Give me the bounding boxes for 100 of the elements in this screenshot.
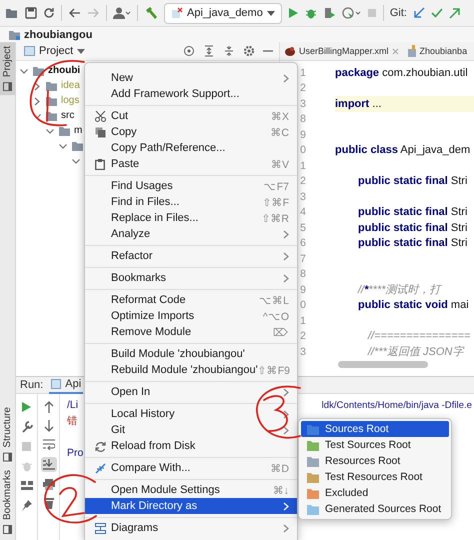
panel-icon [3,452,12,462]
menu-item[interactable]: Git [85,422,297,438]
menu-item[interactable]: New [85,70,297,86]
menu-item[interactable]: Resources Root [301,453,450,469]
code-line: public static void mai [357,299,469,312]
menu-item[interactable]: Open In [85,384,297,400]
menu-item[interactable]: Compare With... ⌘D [85,460,297,476]
menu-item[interactable]: Replace in Files... ⇧⌘R [85,210,297,226]
menu-item[interactable]: Diagrams [85,520,297,536]
line-number: 2 [299,330,306,342]
refresh-icon[interactable] [43,7,55,19]
code-line: //*****测试时，打 [356,283,441,298]
menu-item[interactable]: Refactor [85,248,297,264]
menu-item[interactable]: Rebuild Module 'zhoubiangou'⇧⌘F9 [85,362,297,378]
line-number: 0 [299,144,306,156]
xml-file-icon [284,45,296,57]
run-icon[interactable] [21,401,32,413]
menu-item[interactable]: Copy Path/Reference... [85,140,297,156]
menu-item[interactable]: Mark Directory as [85,498,297,514]
line-number: 3 [299,346,306,358]
up-arrow-icon[interactable] [44,401,54,413]
editor-tab[interactable]: Zhoubianba [402,42,472,60]
menu-item[interactable]: Paste ⌘V [85,156,297,172]
line-number: 7 [299,252,306,265]
chevron-icon[interactable] [32,80,42,90]
bug-icon[interactable] [304,7,317,19]
console-text: ldk/Contents/Home/bin/java -Dfile.e [322,400,473,410]
menu-item[interactable]: Optimize Imports ^⌥O [85,308,297,324]
expand-all-icon[interactable] [203,45,215,57]
code-line: //***返回值 JSON字 [366,344,464,360]
tree-item[interactable]: zhoubi [48,65,80,76]
code-line: //=============== [366,330,470,342]
menu-item[interactable]: Reload from Disk [85,438,297,454]
chevron-icon[interactable] [32,96,42,106]
menu-item[interactable]: Generated Sources Root [301,501,450,517]
locate-icon[interactable] [183,45,195,57]
menu-item[interactable]: Bookmarks [85,270,297,286]
scribble [30,60,85,126]
tree-item[interactable]: m [74,125,82,136]
profiler-icon[interactable] [342,6,361,20]
trash-icon[interactable] [44,497,54,509]
menu-item[interactable]: Remove Module ⌦ [85,324,297,340]
scroll-to-end-toggle[interactable] [40,457,56,472]
menu-item[interactable]: Local History [85,406,297,422]
tool-window-tab[interactable]: Structure [0,403,15,466]
menu-item[interactable]: Excluded [301,485,450,501]
java-file-icon [171,7,183,19]
back-arrow-icon[interactable] [68,8,81,18]
tool-window-tab[interactable]: Bookmarks [0,466,15,538]
folder-icon [307,488,319,498]
hammer-icon[interactable] [144,6,158,20]
wrench-icon[interactable] [20,421,32,433]
compare-icon [95,462,106,474]
run-configuration-dropdown[interactable]: Api_java_demo [164,2,282,24]
folder-icon[interactable] [5,7,19,19]
tool-window-tab[interactable]: Project [0,42,15,96]
soft-wrap-icon[interactable] [42,439,54,450]
code-line: package com.zhoubian.util [335,66,468,79]
editor-tab[interactable]: UserBillingMapper.xml [280,42,403,60]
save-icon[interactable] [25,7,37,19]
menu-item[interactable]: Reformat Code ⌥⌘L [85,292,297,308]
print-icon[interactable] [42,479,54,490]
layout-icon[interactable] [20,480,32,491]
project-view-dropdown[interactable]: Project [24,45,86,57]
code-line: public static final Stri [357,237,468,250]
settings-icon[interactable] [243,45,255,57]
menu-item[interactable]: Test Sources Root [301,437,450,453]
menu-item[interactable]: Test Resources Root [301,469,450,485]
menu-item[interactable]: Open Module Settings ⌘↓ [85,482,297,498]
caret-icon [266,10,275,16]
menu-item[interactable]: Copy ⌘C [85,124,297,140]
checkmark-icon[interactable] [430,7,443,19]
panel-title: Run: [20,379,44,391]
line-number: 1 [299,314,306,327]
panel-icon [24,46,35,56]
coverage-icon[interactable] [322,7,336,19]
menu-item[interactable]: Sources Root [301,421,450,437]
update-arrow-icon[interactable] [412,7,425,19]
collapse-all-icon[interactable] [223,45,235,57]
tree-item[interactable]: src [61,110,74,121]
menu-item[interactable]: Cut ⌘X [85,108,297,124]
menu-item[interactable]: Analyze [85,226,297,242]
code-line: import ... [335,98,382,110]
folder-icon [58,125,71,136]
pin-icon[interactable] [20,499,32,511]
scrollbar[interactable] [338,361,428,368]
user-icon[interactable] [113,7,131,19]
menu-item[interactable]: Find in Files... ⇧⌘F [85,194,297,210]
menu-item[interactable]: Build Module 'zhoubiangou' [85,346,297,362]
panel-icon [3,525,12,534]
line-number: 8 [299,268,306,280]
menu-item[interactable]: Find Usages ⌥F7 [85,178,297,194]
breadcrumb-item[interactable]: zhoubiangou [24,28,92,40]
down-arrow-icon[interactable] [44,420,54,432]
clipboard-icon [95,158,105,170]
push-arrow-icon[interactable] [448,7,461,19]
run-icon[interactable] [288,7,299,19]
code-line: public static final Stri [357,206,468,218]
menu-item[interactable]: Add Framework Support... [85,86,297,102]
line-number: 2 [299,82,306,94]
